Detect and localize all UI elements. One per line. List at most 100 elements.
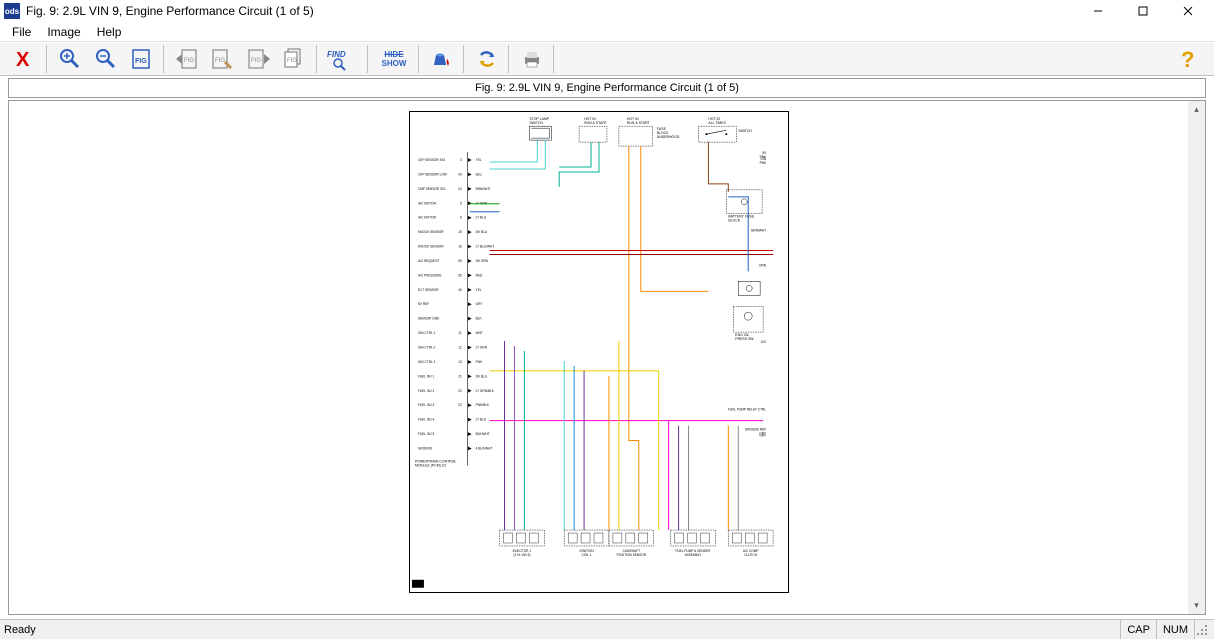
paint-bucket-icon <box>430 47 454 71</box>
hide-show-button[interactable]: HIDE SHOW <box>374 45 414 73</box>
minimize-button[interactable] <box>1075 0 1120 22</box>
svg-text:FIG: FIG <box>135 58 147 65</box>
svg-text:DK BLU: DK BLU <box>475 230 487 234</box>
help-icon: ? <box>1177 47 1201 71</box>
svg-text:A/C REQUEST: A/C REQUEST <box>417 259 439 263</box>
svg-text:SENSOR GND: SENSOR GND <box>417 317 439 321</box>
svg-text:23: 23 <box>458 403 462 407</box>
svg-text:LT GRN: LT GRN <box>475 201 487 205</box>
svg-text:FUEL INJ 3: FUEL INJ 3 <box>417 403 434 407</box>
svg-text:DK BLU: DK BLU <box>475 374 487 378</box>
svg-text:5: 5 <box>459 201 461 205</box>
svg-text:ALL TIMES: ALL TIMES <box>708 121 726 125</box>
svg-text:PNK: PNK <box>759 161 766 165</box>
svg-text:FUEL INJ 4: FUEL INJ 4 <box>417 418 434 422</box>
fit-page-button[interactable]: FIG <box>125 45 159 73</box>
content-area: STOP LAMP SWITCH HOT IN RUN & START HOT … <box>8 100 1206 615</box>
svg-text:CKP SENSOR SIG: CKP SENSOR SIG <box>417 158 445 162</box>
svg-text:12: 12 <box>458 346 462 350</box>
print-button[interactable] <box>515 45 549 73</box>
fit-page-icon: FIG <box>130 47 154 71</box>
figure-list-button[interactable]: FIG <box>278 45 312 73</box>
svg-text:15: 15 <box>458 230 462 234</box>
svg-text:55: 55 <box>458 259 462 263</box>
svg-text:FIND: FIND <box>327 50 346 59</box>
hide-label: HIDE <box>382 50 407 59</box>
svg-text:LT BLU: LT BLU <box>475 216 486 220</box>
find-icon: FIND <box>325 47 361 71</box>
help-button[interactable]: ? <box>1172 45 1206 73</box>
svg-text:11: 11 <box>458 331 462 335</box>
maximize-button[interactable] <box>1120 0 1165 22</box>
prev-page-icon: FIG <box>174 47 200 71</box>
menu-bar: File Image Help <box>0 22 1214 42</box>
status-bar: Ready CAP NUM <box>0 619 1214 639</box>
svg-text:CKP SENSOR LOW: CKP SENSOR LOW <box>417 172 446 176</box>
wiring-diagram: STOP LAMP SWITCH HOT IN RUN & START HOT … <box>409 111 789 593</box>
title-bar: ods Fig. 9: 2.9L VIN 9, Engine Performan… <box>0 0 1214 22</box>
svg-text:?: ? <box>1181 47 1194 71</box>
resize-grip[interactable] <box>1194 620 1210 639</box>
svg-text:PNK: PNK <box>475 360 482 364</box>
scroll-track[interactable] <box>1188 118 1205 597</box>
svg-text:BLK: BLK <box>475 317 482 321</box>
svg-text:16: 16 <box>458 245 462 249</box>
paint-bucket-button[interactable] <box>425 45 459 73</box>
svg-text:BLK/WHT: BLK/WHT <box>475 432 489 436</box>
scroll-down-button[interactable]: ▾ <box>1188 597 1205 614</box>
refresh-button[interactable] <box>470 45 504 73</box>
svg-text:3: 3 <box>459 158 461 162</box>
svg-text:FIG: FIG <box>184 58 194 64</box>
figure-caption: Fig. 9: 2.9L VIN 9, Engine Performance C… <box>8 78 1206 98</box>
svg-text:FUEL INJ 1: FUEL INJ 1 <box>417 374 434 378</box>
vertical-scrollbar[interactable]: ▴ ▾ <box>1188 101 1205 614</box>
svg-text:RUN & START: RUN & START <box>626 121 650 125</box>
svg-text:BLOCK: BLOCK <box>728 219 740 223</box>
svg-text:KNOCK SENSOR: KNOCK SENSOR <box>417 230 443 234</box>
scroll-up-button[interactable]: ▴ <box>1188 101 1205 118</box>
toolbar: X FIG FIG FIG FIG FIG FIND <box>0 42 1214 76</box>
menu-image[interactable]: Image <box>39 23 88 41</box>
svg-text:FIG: FIG <box>251 58 261 64</box>
svg-text:LT BLU/WHT: LT BLU/WHT <box>475 245 494 249</box>
next-page-button[interactable]: FIG <box>242 45 276 73</box>
prev-page-button[interactable]: FIG <box>170 45 204 73</box>
num-indicator: NUM <box>1156 620 1194 639</box>
svg-text:RUN & START: RUN & START <box>584 121 608 125</box>
svg-text:MODULE (PCM) C2: MODULE (PCM) C2 <box>414 463 445 467</box>
svg-text:LT BLU: LT BLU <box>475 418 486 422</box>
menu-file[interactable]: File <box>4 23 39 41</box>
svg-text:IAC MOTOR: IAC MOTOR <box>417 216 436 220</box>
svg-text:A/C PRESSURE: A/C PRESSURE <box>417 273 441 277</box>
zoom-in-button[interactable] <box>53 45 87 73</box>
close-tool-button[interactable]: X <box>8 45 42 73</box>
svg-text:RED: RED <box>475 273 482 277</box>
svg-text:21: 21 <box>458 374 462 378</box>
select-figure-button[interactable]: FIG <box>206 45 240 73</box>
menu-help[interactable]: Help <box>89 23 130 41</box>
svg-text:SWITCH: SWITCH <box>529 121 543 125</box>
svg-text:12V: 12V <box>760 340 767 344</box>
svg-text:GROUND: GROUND <box>417 446 432 450</box>
window-title: Fig. 9: 2.9L VIN 9, Engine Performance C… <box>26 4 1075 18</box>
svg-text:13: 13 <box>458 360 462 364</box>
svg-text:5V REF: 5V REF <box>417 302 428 306</box>
svg-text:X: X <box>16 49 30 70</box>
show-label: SHOW <box>382 59 407 68</box>
svg-text:DK GRN: DK GRN <box>475 259 488 263</box>
svg-text:43: 43 <box>458 172 462 176</box>
svg-text:BLU: BLU <box>475 172 482 176</box>
svg-text:PNK/BLK: PNK/BLK <box>475 403 489 407</box>
svg-text:UNDERHOOD: UNDERHOOD <box>656 135 679 139</box>
svg-text:FIG: FIG <box>215 58 225 64</box>
select-figure-icon: FIG <box>210 47 236 71</box>
svg-text:24: 24 <box>458 187 462 191</box>
svg-text:49: 49 <box>458 288 462 292</box>
svg-text:LT GRN: LT GRN <box>475 346 487 350</box>
svg-text:(2.9L VIN 9): (2.9L VIN 9) <box>513 553 530 557</box>
app-icon: ods <box>4 3 20 19</box>
close-button[interactable] <box>1165 0 1210 22</box>
diagram-viewport[interactable]: STOP LAMP SWITCH HOT IN RUN & START HOT … <box>9 101 1188 614</box>
zoom-out-button[interactable] <box>89 45 123 73</box>
find-button[interactable]: FIND <box>323 45 363 73</box>
